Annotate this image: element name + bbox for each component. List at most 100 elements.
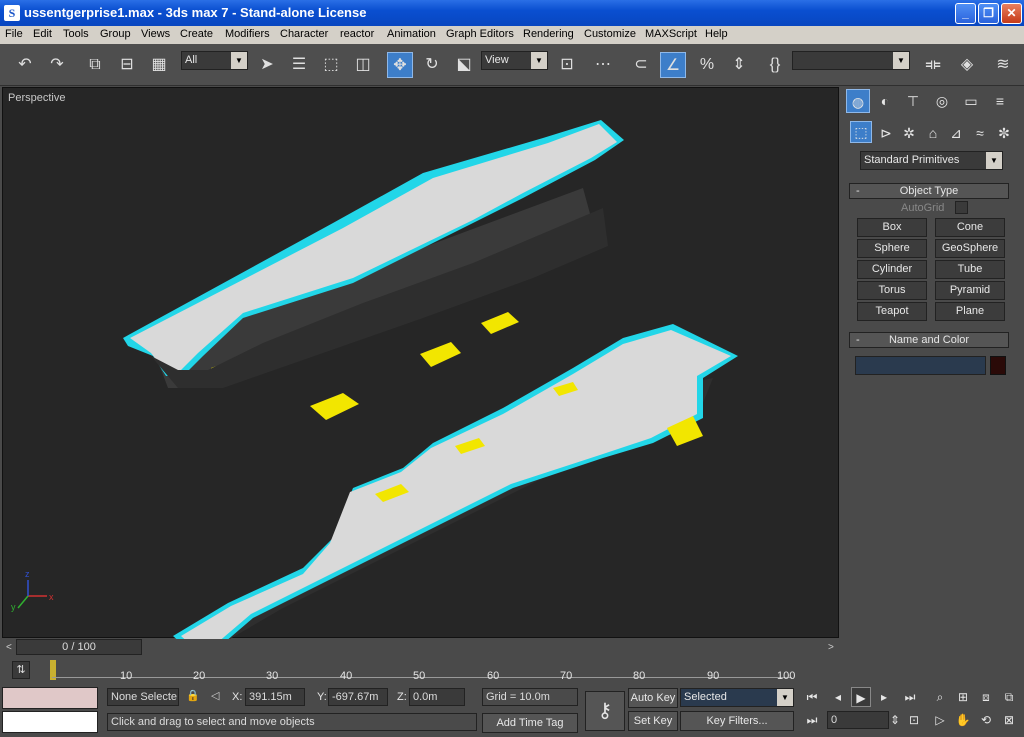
select-object-icon[interactable]: ➤ — [254, 52, 280, 78]
zoom-extents-icon[interactable]: ⧈ — [976, 687, 996, 707]
x-coord-field[interactable]: 391.15m — [245, 688, 305, 706]
maximize-button[interactable]: ❐ — [978, 3, 999, 24]
lights-icon[interactable]: ✲ — [897, 121, 921, 145]
auto-key-button[interactable]: Auto Key — [628, 688, 678, 708]
menu-group[interactable]: Group — [100, 28, 131, 40]
next-frame-icon[interactable]: > — [828, 642, 834, 653]
select-move-icon[interactable]: ✥ — [387, 52, 413, 78]
window-crossing-icon[interactable]: ◫ — [350, 52, 376, 78]
snap-3d-icon[interactable]: ⊂ — [628, 52, 654, 78]
plane-button[interactable]: Plane — [935, 302, 1005, 321]
minimize-button[interactable]: _ — [955, 3, 976, 24]
object-name-input[interactable] — [855, 356, 986, 375]
key-filters-button[interactable]: Key Filters... — [680, 711, 794, 731]
lock-icon[interactable]: 🔒 — [186, 689, 200, 702]
autogrid-checkbox[interactable] — [955, 201, 968, 214]
add-time-tag-button[interactable]: Add Time Tag — [482, 713, 578, 733]
named-selection-dropdown[interactable]: ▼ — [792, 51, 910, 70]
transform-mode-icon[interactable]: ◁ — [211, 689, 219, 702]
angle-snap-icon[interactable]: ∠ — [660, 52, 686, 78]
ref-coord-dropdown[interactable]: View ▼ — [481, 51, 548, 70]
display-tab-icon[interactable]: ▭ — [959, 89, 983, 113]
menu-maxscript[interactable]: MAXScript — [645, 28, 697, 40]
hierarchy-tab-icon[interactable]: ⊤ — [901, 89, 925, 113]
space-warps-icon[interactable]: ≈ — [968, 121, 992, 145]
create-tab-icon[interactable]: ◍ — [846, 89, 870, 113]
geometry-icon[interactable]: ⬚ — [850, 121, 872, 143]
field-of-view-icon[interactable]: ▷ — [930, 710, 950, 730]
name-and-color-rollout[interactable]: - Name and Color — [849, 332, 1009, 348]
curve-editor-icon[interactable]: ⇅ — [12, 661, 30, 679]
redo-icon[interactable]: ↷ — [44, 52, 70, 78]
menu-customize[interactable]: Customize — [584, 28, 636, 40]
mirror-icon[interactable]: ⟚ — [920, 52, 946, 78]
menu-reactor[interactable]: reactor — [340, 28, 374, 40]
manipulate-icon[interactable]: ⋯ — [590, 52, 616, 78]
menu-views[interactable]: Views — [141, 28, 170, 40]
menu-create[interactable]: Create — [180, 28, 213, 40]
next-frame-icon[interactable]: ▸ — [874, 687, 894, 707]
selection-filter-dropdown[interactable]: All ▼ — [181, 51, 248, 70]
unlink-icon[interactable]: ⊟ — [114, 52, 140, 78]
go-to-end-icon[interactable]: ⏭ — [900, 687, 920, 707]
helpers-icon[interactable]: ⊿ — [944, 121, 968, 145]
shapes-icon[interactable]: ⊳ — [874, 121, 898, 145]
teapot-button[interactable]: Teapot — [857, 302, 927, 321]
category-dropdown[interactable]: Standard Primitives ▼ — [860, 151, 1003, 170]
current-frame-field[interactable]: 0 — [827, 711, 889, 729]
motion-tab-icon[interactable]: ◎ — [930, 89, 954, 113]
edit-named-selections-icon[interactable]: {} — [762, 52, 788, 78]
utilities-tab-icon[interactable]: ≡ — [988, 89, 1012, 113]
cone-button[interactable]: Cone — [935, 218, 1005, 237]
zoom-all-icon[interactable]: ⊞ — [953, 687, 973, 707]
set-key-button[interactable]: Set Key — [628, 711, 678, 731]
menu-file[interactable]: File — [5, 28, 23, 40]
time-slider-thumb[interactable]: 0 / 100 — [16, 639, 142, 655]
carrier-model-upper[interactable] — [123, 120, 624, 420]
track-bar[interactable]: ⇅ 10 20 30 40 50 60 70 80 90 100 — [0, 657, 842, 685]
object-type-rollout[interactable]: - Object Type — [849, 183, 1009, 199]
menu-tools[interactable]: Tools — [63, 28, 89, 40]
zoom-icon[interactable]: ⌕ — [930, 687, 950, 707]
systems-icon[interactable]: ✼ — [992, 121, 1016, 145]
maxscript-listener-white[interactable] — [2, 711, 98, 733]
pivot-center-icon[interactable]: ⊡ — [554, 52, 580, 78]
menu-character[interactable]: Character — [280, 28, 328, 40]
cameras-icon[interactable]: ⌂ — [921, 121, 945, 145]
percent-snap-icon[interactable]: % — [694, 52, 720, 78]
play-icon[interactable]: ▶ — [851, 687, 871, 707]
layer-manager-icon[interactable]: ≋ — [990, 52, 1016, 78]
key-mode-toggle-icon[interactable]: ⏭ — [802, 710, 822, 730]
menu-rendering[interactable]: Rendering — [523, 28, 574, 40]
maxscript-listener-pink[interactable] — [2, 687, 98, 709]
z-coord-field[interactable]: 0.0m — [409, 688, 465, 706]
maximize-viewport-icon[interactable]: ⊠ — [999, 710, 1019, 730]
menu-edit[interactable]: Edit — [33, 28, 52, 40]
time-configuration-icon[interactable]: ⊡ — [904, 710, 924, 730]
object-color-swatch[interactable] — [990, 356, 1006, 375]
select-scale-icon[interactable]: ⬕ — [451, 52, 477, 78]
modify-tab-icon[interactable]: ◐ — [873, 89, 897, 113]
pan-view-icon[interactable]: ✋ — [953, 710, 973, 730]
undo-icon[interactable]: ↶ — [12, 52, 38, 78]
y-coord-field[interactable]: -697.67m — [328, 688, 388, 706]
prev-frame-icon[interactable]: < — [6, 642, 12, 653]
frame-spinner-icon[interactable]: ⇕ — [889, 710, 901, 730]
key-mode-dropdown[interactable]: Selected ▼ — [680, 688, 794, 707]
perspective-viewport[interactable]: Perspective x y z — [2, 87, 839, 639]
bind-spacewarp-icon[interactable]: ▦ — [146, 52, 172, 78]
link-icon[interactable]: ⧉ — [82, 52, 108, 78]
box-button[interactable]: Box — [857, 218, 927, 237]
spinner-snap-icon[interactable]: ⇕ — [726, 52, 752, 78]
rectangular-selection-icon[interactable]: ⬚ — [318, 52, 344, 78]
menu-help[interactable]: Help — [705, 28, 728, 40]
pyramid-button[interactable]: Pyramid — [935, 281, 1005, 300]
previous-frame-icon[interactable]: ◂ — [828, 687, 848, 707]
menu-animation[interactable]: Animation — [387, 28, 436, 40]
geosphere-button[interactable]: GeoSphere — [935, 239, 1005, 258]
select-by-name-icon[interactable]: ☰ — [286, 52, 312, 78]
go-to-start-icon[interactable]: ⏮ — [802, 687, 822, 707]
cylinder-button[interactable]: Cylinder — [857, 260, 927, 279]
close-button[interactable]: ✕ — [1001, 3, 1022, 24]
align-icon[interactable]: ◈ — [954, 52, 980, 78]
